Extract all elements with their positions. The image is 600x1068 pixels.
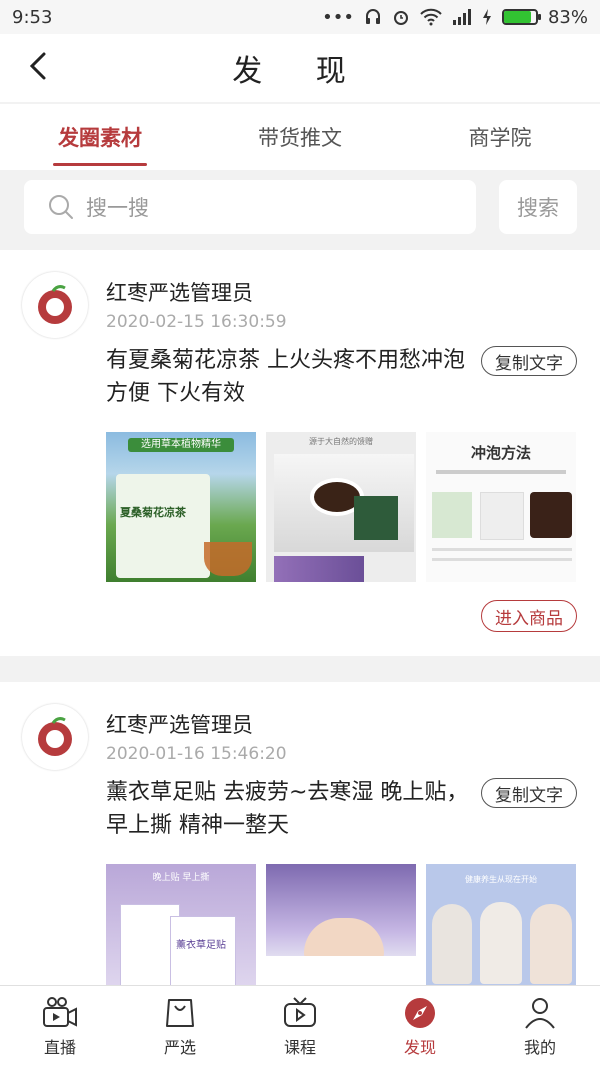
- product-image[interactable]: [266, 864, 416, 985]
- image-caption: 健康养生从现在开始: [465, 875, 537, 884]
- user-icon: [525, 998, 555, 1029]
- nav-label: 发现: [403, 1038, 436, 1057]
- image-caption: 源于大自然的馈赠: [309, 437, 373, 446]
- avatar: [22, 272, 88, 338]
- search-bar: 搜一搜 搜索: [0, 170, 600, 248]
- nav-label: 课程: [283, 1038, 316, 1057]
- nav-label: 我的: [523, 1038, 556, 1057]
- image-label: 夏桑菊花凉茶: [120, 506, 186, 519]
- post-card: 红枣严选管理员 2020-02-15 16:30:59 有夏桑菊花凉茶 上火头疼…: [0, 250, 600, 656]
- post-time: 2020-01-16 15:46:20: [106, 744, 287, 764]
- author-name: 红枣严选管理员: [106, 281, 253, 305]
- status-bar: 9:53 ••• 83%: [0, 0, 600, 34]
- product-image[interactable]: 晚上贴 早上撕 薰衣草足贴: [106, 864, 256, 985]
- search-placeholder: 搜一搜: [86, 196, 149, 220]
- search-icon: [49, 195, 73, 219]
- headphones-icon: [365, 9, 380, 24]
- live-camera-icon: [43, 997, 77, 1027]
- back-button[interactable]: [18, 46, 58, 86]
- product-image[interactable]: 健康养生从现在开始: [426, 864, 576, 985]
- copy-text-button[interactable]: 复制文字: [481, 346, 577, 376]
- nav-item-discover[interactable]: 发现: [360, 986, 480, 1068]
- enter-goods-button[interactable]: 进入商品: [481, 600, 577, 632]
- image-caption: 冲泡方法: [470, 444, 531, 462]
- app-bar: 发 现: [0, 34, 600, 102]
- product-image[interactable]: 冲泡方法: [426, 432, 576, 582]
- post-text: 薰衣草足贴 去疲劳~去寒湿 晚上贴，早上撕 精神一整天: [106, 780, 469, 838]
- tab-bar: 发圈素材 带货推文 商学院: [0, 104, 600, 170]
- shopping-bag-icon: [166, 999, 194, 1027]
- product-image[interactable]: 源于大自然的馈赠: [266, 432, 416, 582]
- battery-icon: [501, 9, 541, 25]
- post-card: 红枣严选管理员 2020-01-16 15:46:20 薰衣草足贴 去疲劳~去寒…: [0, 682, 600, 985]
- signal-icon: [452, 9, 471, 25]
- image-caption: 晚上贴 早上撕: [152, 873, 210, 883]
- image-grid: 晚上贴 早上撕 薰衣草足贴 健康养生从现在开始: [106, 864, 576, 985]
- jujube-logo-icon: [38, 717, 72, 756]
- image-grid: 选用草本植物精华 夏桑菊花凉茶 源于大自然的馈赠 冲泡方法: [106, 432, 576, 582]
- post-time: 2020-02-15 16:30:59: [106, 312, 287, 332]
- avatar: [22, 704, 88, 770]
- tab-business-school[interactable]: 商学院: [400, 104, 600, 170]
- search-button[interactable]: 搜索: [499, 180, 577, 234]
- post-text: 有夏桑菊花凉茶 上火头疼不用愁冲泡方便 下火有效: [106, 348, 465, 406]
- compass-icon: [405, 998, 435, 1028]
- image-label: 薰衣草足贴: [176, 940, 226, 951]
- status-icons: ••• 83%: [322, 7, 588, 28]
- image-caption: 选用草本植物精华: [128, 438, 234, 452]
- jujube-logo-icon: [38, 285, 72, 324]
- nav-item-live[interactable]: 直播: [0, 986, 120, 1068]
- nav-item-course[interactable]: 课程: [240, 986, 360, 1068]
- page-title: 发 现: [232, 54, 368, 89]
- copy-text-button[interactable]: 复制文字: [481, 778, 577, 808]
- search-input[interactable]: 搜一搜: [24, 180, 476, 234]
- charging-icon: [482, 9, 491, 25]
- product-image[interactable]: 选用草本植物精华 夏桑菊花凉茶: [106, 432, 256, 582]
- author-name: 红枣严选管理员: [106, 713, 253, 737]
- status-time: 9:53: [12, 6, 53, 28]
- tab-promo-posts[interactable]: 带货推文: [200, 104, 400, 170]
- nav-item-select[interactable]: 严选: [120, 986, 240, 1068]
- nav-label: 直播: [43, 1038, 76, 1057]
- more-icon: •••: [322, 6, 354, 28]
- bottom-nav: 直播 严选 课程 发现 我的: [0, 985, 600, 1068]
- wifi-icon: [420, 8, 442, 26]
- tab-material[interactable]: 发圈素材: [0, 104, 200, 170]
- battery-level: [503, 11, 531, 23]
- battery-percent: 83%: [547, 6, 588, 28]
- tv-play-icon: [284, 997, 316, 1027]
- nav-item-mine[interactable]: 我的: [480, 986, 600, 1068]
- nav-label: 严选: [163, 1038, 196, 1057]
- chevron-left-icon: [29, 52, 46, 80]
- alarm-icon: [393, 11, 408, 25]
